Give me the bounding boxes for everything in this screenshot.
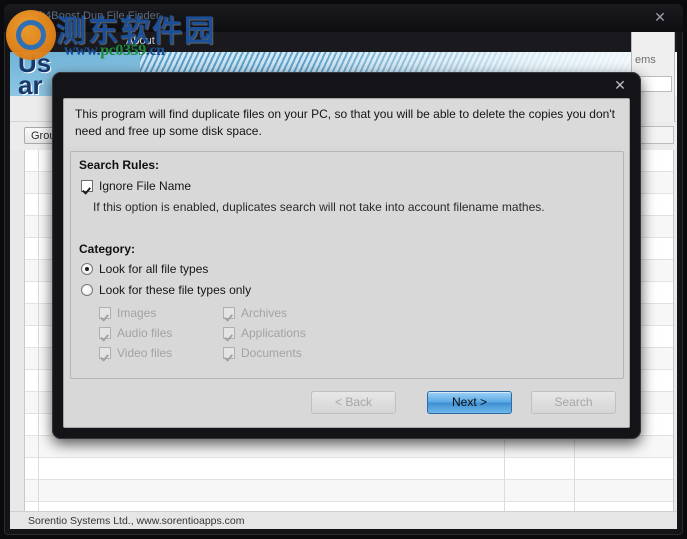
checkbox-icon[interactable] (223, 307, 235, 319)
checkbox-images-label: Images (117, 306, 157, 320)
status-bar: Sorentio Systems Ltd., www.sorentioapps.… (10, 511, 677, 529)
radio-look-for-these-file-types-only[interactable]: Look for these file types only (81, 283, 251, 297)
search-rules-heading: Search Rules: (79, 158, 160, 172)
radio-look-for-all-file-types-label: Look for all file types (99, 262, 209, 276)
close-icon[interactable]: ✕ (649, 8, 671, 26)
checkbox-icon[interactable] (99, 307, 111, 319)
checkbox-icon[interactable] (99, 347, 111, 359)
checkbox-icon[interactable] (81, 180, 93, 192)
category-heading: Category: (79, 242, 136, 256)
banner-text-line-2: ar (18, 70, 43, 96)
radio-look-for-all-file-types[interactable]: Look for all file types (81, 262, 208, 276)
checkbox-documents[interactable]: Documents (223, 346, 302, 360)
window-frame: Soft4Boost Dup File Finder ✕ View About … (4, 4, 683, 535)
page-title: Soft4Boost Dup File Finder (25, 10, 160, 22)
checkbox-audio-files-label: Audio files (117, 326, 173, 340)
search-button[interactable]: Search (531, 391, 616, 414)
main-titlebar: Soft4Boost Dup File Finder ✕ (4, 4, 683, 32)
checkbox-archives-label: Archives (241, 306, 288, 320)
file-type-checkbox-grid: Images Archives Audio files Applications (99, 306, 429, 368)
checkbox-applications[interactable]: Applications (223, 326, 306, 340)
radio-look-for-these-file-types-only-label: Look for these file types only (99, 283, 252, 297)
dialog-titlebar: ✕ (52, 72, 641, 98)
status-text: Sorentio Systems Ltd., www.sorentioapps.… (28, 515, 245, 527)
search-setup-dialog: ✕ This program will find duplicate files… (52, 72, 641, 439)
options-panel: Search Rules: Ignore File Name If this o… (70, 151, 624, 379)
menu-item-view[interactable]: View (28, 35, 52, 47)
radio-icon[interactable] (81, 284, 93, 296)
menu-item-about[interactable]: About (126, 35, 155, 47)
checkbox-video-files[interactable]: Video files (99, 346, 172, 360)
checkbox-ignore-file-name[interactable]: Ignore File Name (81, 179, 191, 193)
menu-bar: View About (10, 32, 677, 52)
items-groupbox-label: ems (635, 54, 656, 66)
checkbox-documents-label: Documents (241, 346, 302, 360)
checkbox-video-files-label: Video files (117, 346, 173, 360)
description-panel: This program will find duplicate files o… (65, 100, 628, 146)
checkbox-archives[interactable]: Archives (223, 306, 287, 320)
checkbox-audio-files[interactable]: Audio files (99, 326, 172, 340)
search-rule-hint-text: If this option is enabled, duplicates se… (93, 200, 545, 214)
table-row[interactable] (25, 436, 673, 458)
dialog-close-icon[interactable]: ✕ (610, 76, 630, 94)
checkbox-icon[interactable] (223, 347, 235, 359)
checkbox-images[interactable]: Images (99, 306, 156, 320)
next-button[interactable]: Next > (427, 391, 512, 414)
items-count-field[interactable] (636, 76, 672, 92)
dialog-body: This program will find duplicate files o… (63, 98, 630, 428)
checkbox-ignore-file-name-label: Ignore File Name (99, 179, 192, 193)
checkbox-applications-label: Applications (241, 326, 306, 340)
table-row[interactable] (25, 480, 673, 502)
radio-icon[interactable] (81, 263, 93, 275)
table-row[interactable] (25, 458, 673, 480)
application-window: Soft4Boost Dup File Finder ✕ View About … (0, 0, 687, 539)
back-button[interactable]: < Back (311, 391, 396, 414)
dialog-footer: < Back Next > Search (65, 380, 628, 426)
description-text: This program will find duplicate files o… (75, 107, 615, 138)
checkbox-icon[interactable] (223, 327, 235, 339)
checkbox-icon[interactable] (99, 327, 111, 339)
